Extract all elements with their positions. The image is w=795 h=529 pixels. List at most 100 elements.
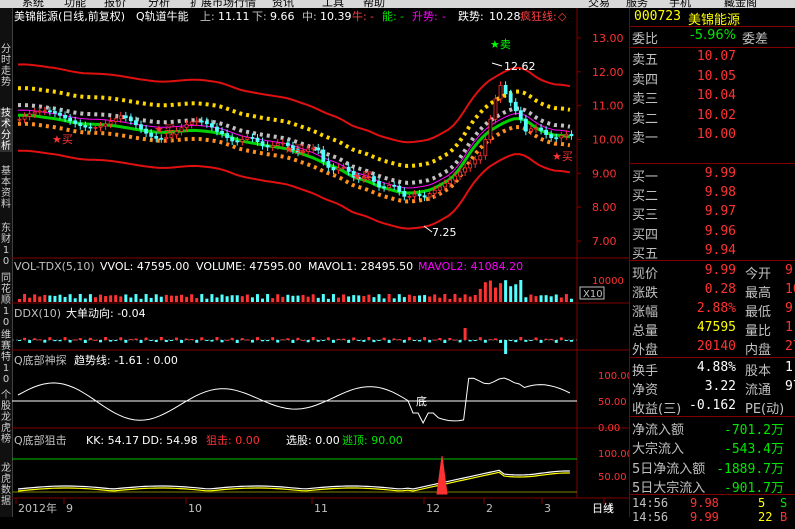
ddx-bar: [210, 340, 214, 342]
ddx-bar: [493, 338, 497, 340]
main-header-17: ◇: [558, 10, 567, 23]
kline-chart-svg[interactable]: 美锦能源(日线,前复权) Q轨道牛能 上: 11.11 下: 9.66 中: 10.39 牛: -…: [12, 8, 633, 517]
bottom1-marker: 底: [416, 394, 427, 408]
volume-bar: [499, 283, 503, 302]
menu-item-10[interactable]: 手机: [669, 0, 691, 8]
menu-item-11[interactable]: 藏金阁: [724, 0, 757, 8]
candle-body: [260, 141, 265, 146]
stat-row-label2: 今开: [745, 267, 772, 282]
candle-body: [422, 195, 427, 198]
candle-body: [402, 191, 407, 197]
ask-row-value: 10.02: [696, 107, 736, 123]
ddx-bar: [124, 340, 128, 343]
main-header-15: 10.28: [489, 10, 521, 23]
volume-bar: [144, 294, 148, 302]
menu-item-5[interactable]: 资讯: [272, 0, 294, 8]
flow-value: -701.2万: [724, 423, 784, 438]
ddx-bar: [478, 337, 482, 340]
ddx-bar: [93, 339, 97, 341]
main-header-5: 9.66: [270, 10, 295, 23]
volume-bar: [185, 296, 189, 302]
ddx-bar: [418, 340, 422, 342]
ddx-bar: [271, 337, 275, 340]
menu-item-7[interactable]: 帮助: [363, 0, 385, 8]
ddx-bar: [276, 340, 280, 343]
menu-item-9[interactable]: 服务: [626, 0, 648, 8]
volume-bar: [529, 294, 533, 302]
ddx-bar: [519, 337, 523, 340]
volume-bar: [271, 298, 275, 302]
candle-body: [544, 129, 549, 135]
side-tab-3[interactable]: 东财10: [0, 223, 12, 267]
side-tab-4[interactable]: 同花顺10: [0, 273, 12, 328]
volume-bar: [397, 294, 401, 302]
candle-body: [235, 140, 240, 143]
stat-row-label: 外盘: [632, 343, 659, 358]
candle-body: [215, 126, 219, 132]
volume-bar: [524, 297, 528, 302]
volume-bar: [230, 295, 234, 302]
candle-body: [37, 110, 42, 113]
chart-area[interactable]: 美锦能源(日线,前复权) Q轨道牛能 上: 11.11 下: 9.66 中: 10.39 牛: -…: [12, 8, 633, 517]
menu-item-3[interactable]: 分析: [148, 0, 170, 8]
menu-item-0[interactable]: 系统: [22, 0, 44, 8]
side-tab-0[interactable]: 分时走势: [0, 44, 12, 88]
stat-row: 涨幅 2.88% 最低 9: [630, 300, 795, 320]
side-tab-2[interactable]: 基本资料: [0, 166, 12, 210]
candle-body: [47, 110, 52, 113]
volume-bar: [205, 298, 209, 302]
volume-bar: [392, 298, 396, 302]
ddx-bar: [342, 338, 346, 340]
side-tab-6[interactable]: 个股龙虎榜: [0, 390, 12, 445]
bottom1-axis-label: 100.00: [598, 371, 629, 382]
bottom1-axis-label: 50.00: [598, 397, 627, 408]
menu-item-6[interactable]: 工具: [322, 0, 344, 8]
main-header-14: 跌势:: [458, 9, 484, 23]
ddx-bar: [261, 340, 265, 342]
volume-bar: [281, 296, 285, 302]
stat-row-value2: 1: [785, 320, 793, 335]
ddx-bar: [468, 340, 472, 342]
menu-item-1[interactable]: 功能: [64, 0, 86, 8]
menu-item-8[interactable]: 交易: [588, 0, 610, 8]
ddx-label: 大单动向: -0.04: [66, 306, 146, 320]
menu-item-4[interactable]: 扩展市场行情: [190, 0, 256, 8]
candle-body: [442, 183, 447, 188]
high-label: 12.62: [504, 60, 536, 73]
ddx-bar: [104, 337, 108, 340]
volume-bar: [504, 280, 508, 302]
volume-bar: [286, 294, 290, 302]
stat-row-value: 20140: [696, 339, 736, 354]
candle-body: [199, 120, 204, 123]
volume-bar: [478, 288, 482, 302]
bottom1-name: Q底部神探: [14, 353, 67, 367]
flow-label: 5日净流入额: [632, 461, 706, 477]
ddx-bar: [73, 339, 77, 341]
bid-row: 买二 9.98: [630, 184, 795, 204]
stat-row-value: 9.99: [704, 263, 736, 278]
ddx-bar: [377, 340, 381, 341]
menu-item-2[interactable]: 报价: [104, 0, 126, 8]
ddx-bar: [352, 337, 356, 340]
ddx-bar: [499, 340, 503, 343]
finance-row: 净资 3.22 流通 974: [630, 378, 795, 398]
candle-body: [437, 186, 442, 191]
quote-panel: 000723 美锦能源 委比 -5.96% 委差 卖五 10.07 卖四 10.05 卖…: [629, 8, 795, 524]
finance-row-value2: 1.4: [785, 360, 795, 375]
side-tab-5[interactable]: 维赛特10: [0, 330, 12, 385]
finance-row: 换手 4.88% 股本 1.4: [630, 359, 795, 379]
side-tab-1[interactable]: 技术分析: [0, 108, 12, 152]
ask-row: 卖五 10.07: [630, 48, 795, 68]
tick-row: 14:56 9.99 22 B: [630, 510, 795, 529]
side-tab-7[interactable]: 龙虎数据: [0, 463, 12, 507]
candle-body: [488, 118, 493, 140]
finance-row-label: 净资: [632, 383, 659, 398]
ddx-bar: [255, 337, 259, 340]
stat-row-label2: 最高: [745, 286, 772, 301]
volume-bar: [78, 294, 82, 302]
tick-price: 9.98: [690, 496, 719, 510]
bottom2-label-1: KK: 54.17: [86, 434, 139, 447]
ask-row: 卖一 10.00: [630, 126, 795, 146]
volume-bar: [134, 294, 138, 302]
candle-body: [549, 134, 554, 139]
